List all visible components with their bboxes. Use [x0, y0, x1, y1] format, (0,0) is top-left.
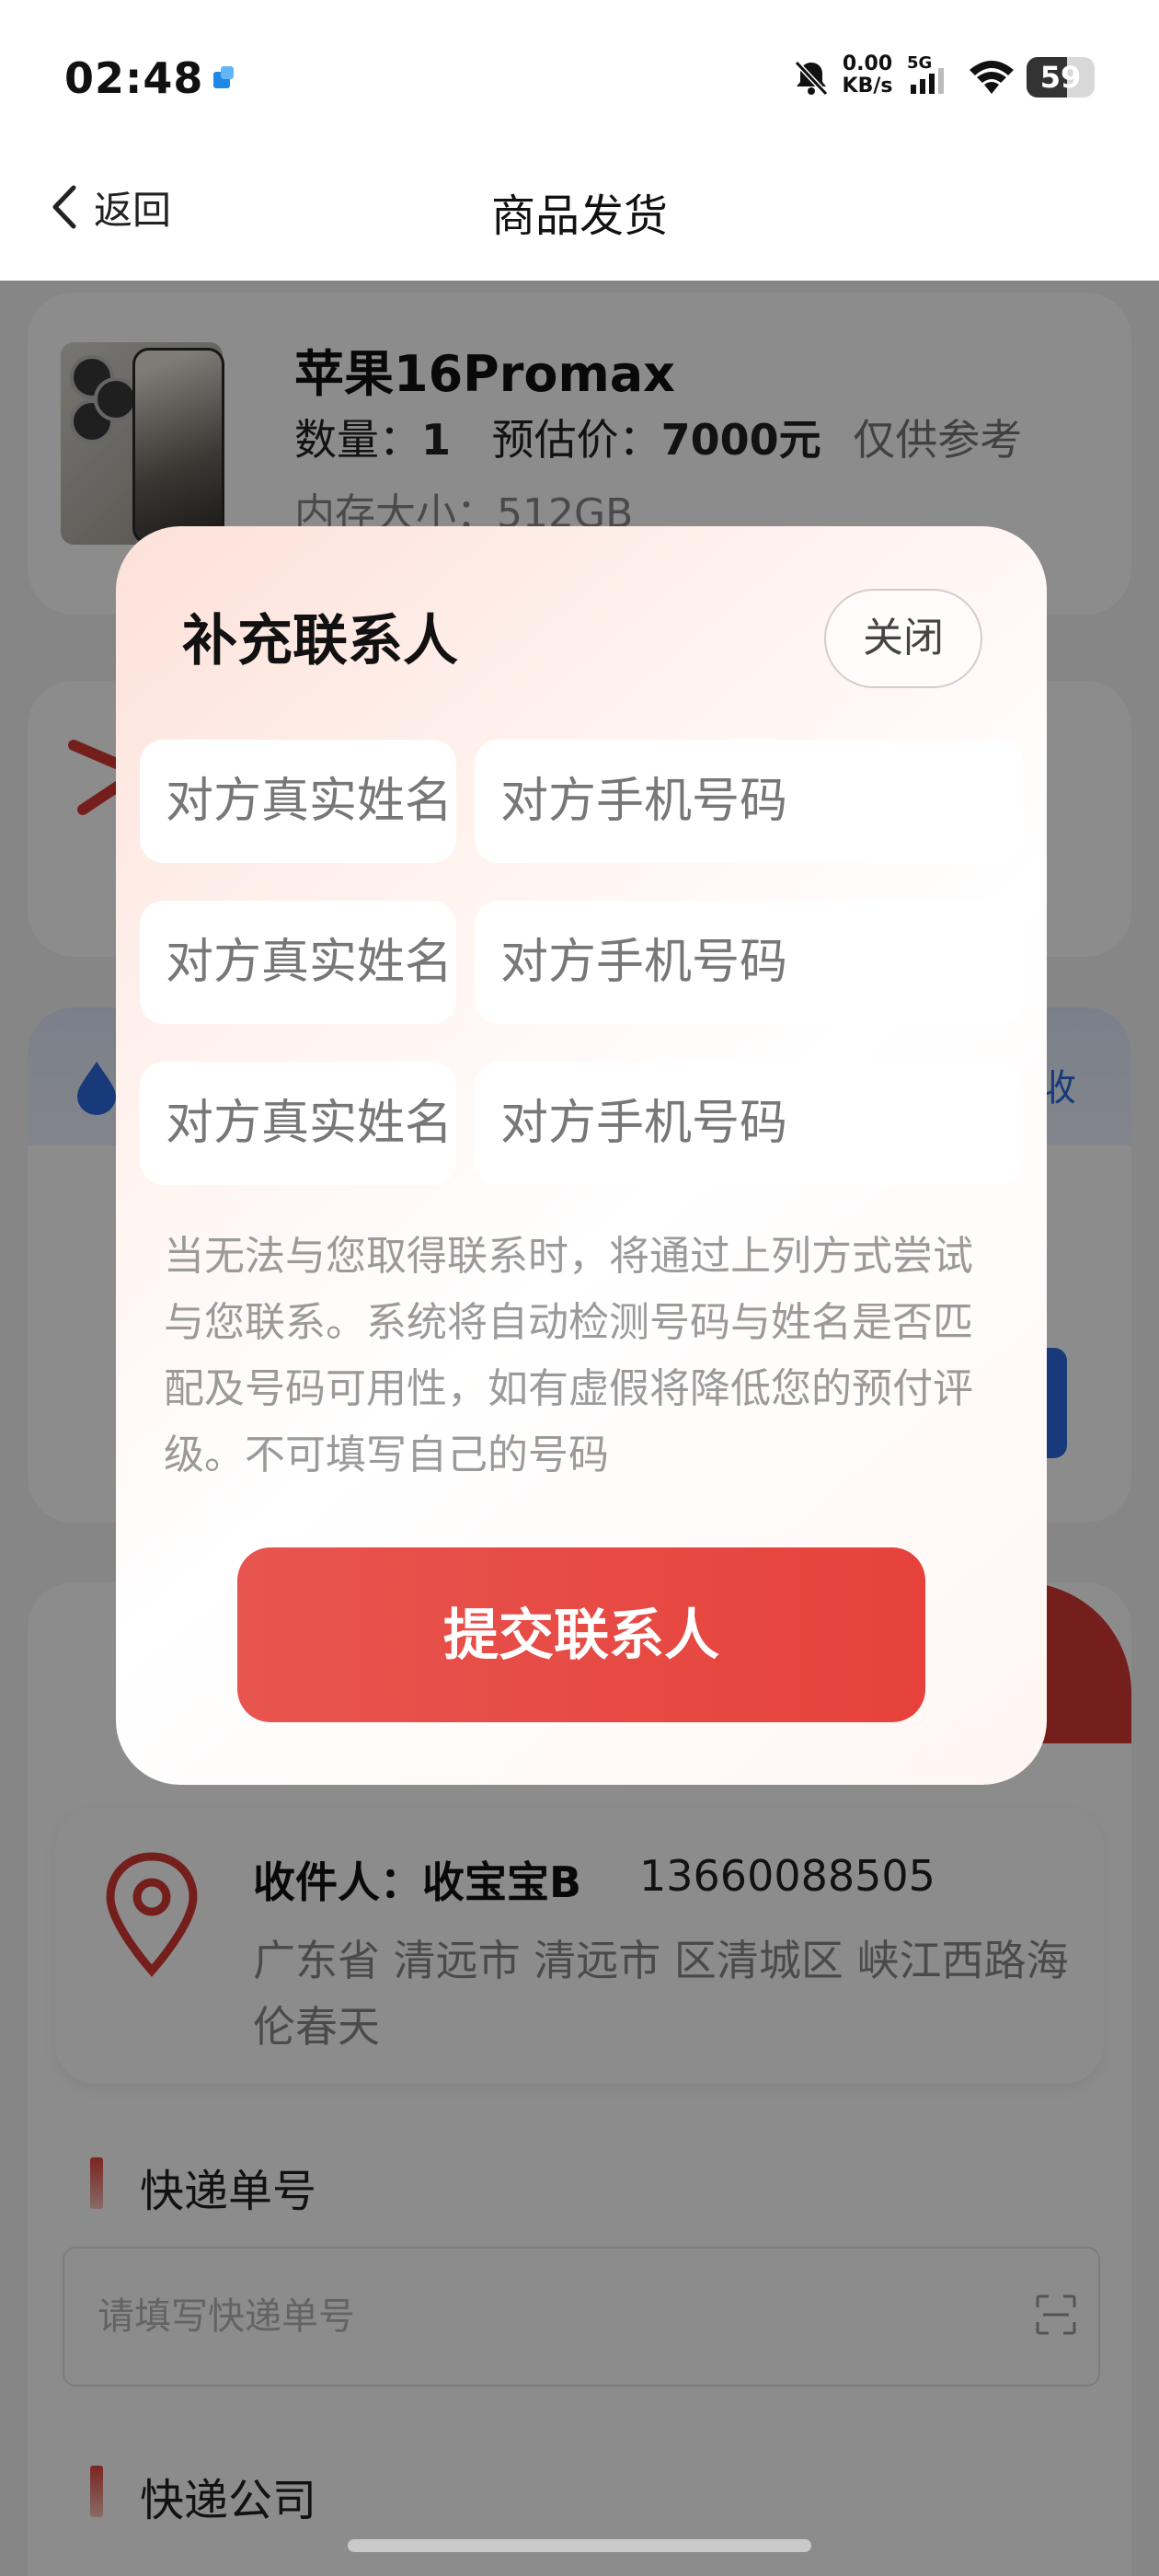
contact-name-input[interactable] — [140, 901, 456, 1024]
cellular-signal-icon — [911, 68, 944, 94]
network-speed: 0.00 KB/s — [839, 53, 896, 98]
app-notification-icon — [213, 66, 234, 88]
status-time: 02:48 — [64, 53, 204, 103]
battery-percent: 59 — [1039, 60, 1082, 95]
dialog-title: 补充联系人 — [182, 609, 458, 673]
bell-muted-icon — [794, 60, 829, 97]
home-indicator[interactable] — [348, 2539, 811, 2552]
contact-name-input[interactable] — [140, 740, 456, 863]
wifi-icon — [970, 61, 1014, 94]
contact-phone-input[interactable] — [475, 740, 1023, 863]
contact-phone-input[interactable] — [475, 901, 1023, 1024]
contact-notice-text: 当无法与您取得联系时，将通过上列方式尝试与您联系。系统将自动检测号码与姓名是否匹… — [164, 1233, 973, 1478]
submit-contacts-button[interactable]: 提交联系人 — [237, 1547, 925, 1722]
close-button[interactable]: 关闭 — [824, 589, 982, 688]
battery-indicator: 59 — [1027, 57, 1095, 98]
contact-phone-input[interactable] — [475, 1062, 1023, 1185]
page-title: 商品发货 — [490, 190, 668, 242]
network-speed-unit: KB/s — [842, 75, 893, 98]
network-speed-value: 0.00 — [842, 52, 893, 75]
contact-name-input[interactable] — [140, 1062, 456, 1185]
